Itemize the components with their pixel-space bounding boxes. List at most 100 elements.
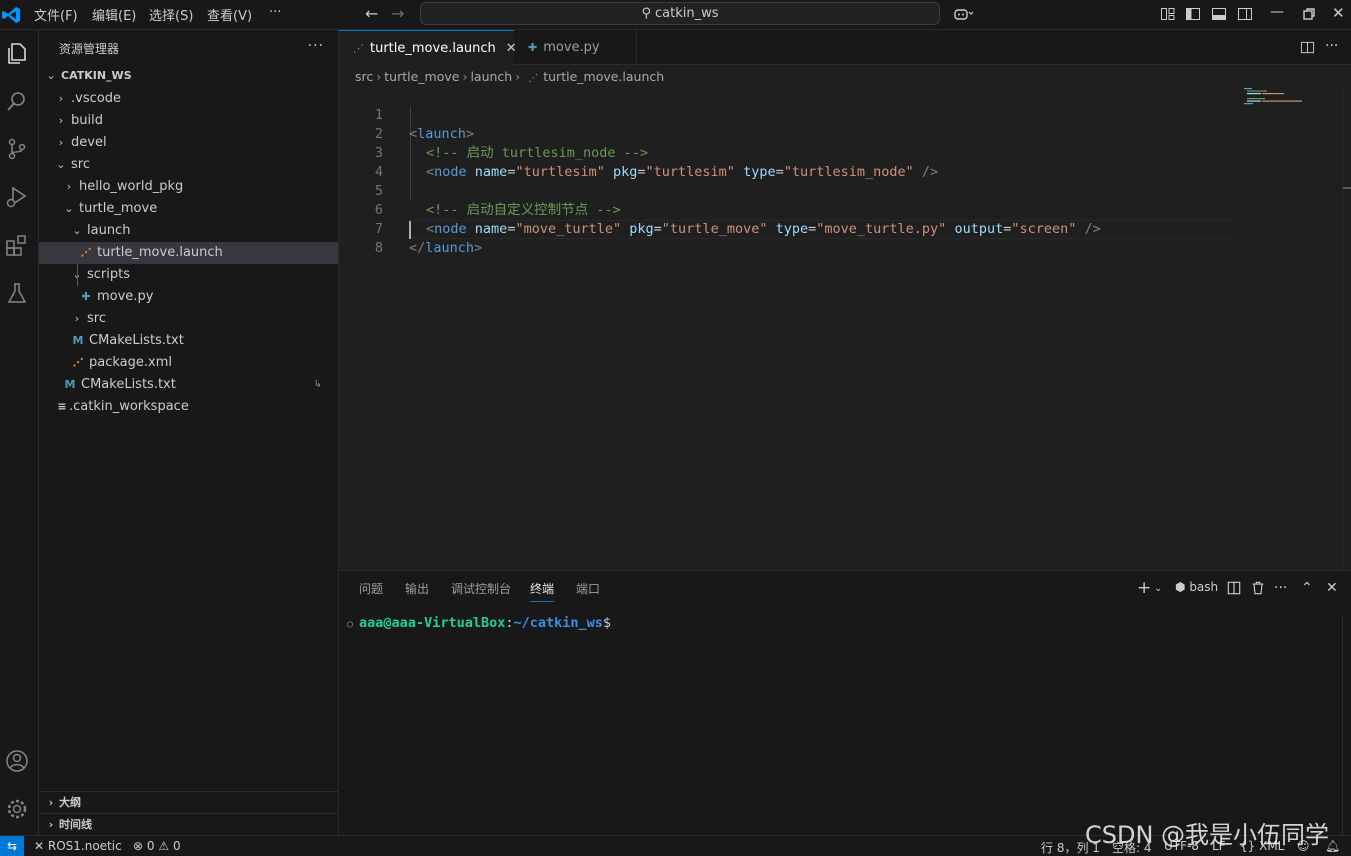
maximize-panel-icon[interactable]: ⌃: [1301, 580, 1313, 596]
code-line: 7 </launch>: [374, 221, 483, 256]
close-panel-icon[interactable]: ✕: [1326, 580, 1338, 596]
tree-folder-vscode[interactable]: › .vscode: [39, 88, 338, 110]
chevron-right-icon: ›: [58, 114, 64, 127]
command-center-label: catkin_ws: [655, 6, 719, 21]
tree-file-package-xml[interactable]: ⋰ package.xml: [39, 352, 338, 374]
minimize-icon[interactable]: —: [1270, 4, 1284, 20]
back-arrow-icon[interactable]: ←: [365, 4, 378, 23]
tree-folder-turtle-move[interactable]: ⌄ turtle_move: [39, 198, 338, 220]
chevron-right-icon: ›: [74, 312, 80, 325]
editor-more-icon[interactable]: ···: [1325, 38, 1338, 54]
command-center-search[interactable]: ⚲ catkin_ws: [420, 2, 940, 25]
toggle-primary-sidebar-icon[interactable]: [1185, 6, 1201, 22]
tree-folder-scripts[interactable]: ⌄scripts: [39, 264, 338, 286]
tree-folder-src-inner[interactable]: › src: [39, 308, 338, 330]
menu-view[interactable]: 查看(V): [207, 5, 252, 24]
split-editor-icon[interactable]: [1300, 40, 1315, 55]
explorer-more-icon[interactable]: ···: [308, 38, 324, 54]
chevron-down-icon[interactable]: ⌄: [1154, 583, 1162, 594]
breadcrumb-launch[interactable]: launch: [470, 69, 512, 84]
panel-tab-terminal[interactable]: 终端: [530, 580, 555, 602]
minimap[interactable]: [1244, 87, 1334, 107]
breadcrumb-file[interactable]: turtle_move.launch: [543, 69, 664, 84]
warning-icon: ⚠: [158, 839, 170, 853]
customize-layout-icon[interactable]: [1160, 6, 1176, 22]
bottom-panel: 问题 输出 调试控制台 终端 端口 + ⌄ ⬢ bash ··· ⌃ ✕ ○ a…: [339, 570, 1351, 836]
workspace-root[interactable]: ⌄ CATKIN_WS: [39, 65, 338, 87]
python-file-icon: ✚: [528, 41, 538, 54]
new-terminal-icon[interactable]: +: [1137, 578, 1151, 598]
code-editor[interactable]: 1 <launch> 2 <!-- 启动 turtlesim_node --> …: [339, 87, 1351, 570]
tree-folder-devel[interactable]: › devel: [39, 132, 338, 154]
tree-file-cmakelists-src[interactable]: M CMakeLists.txt ↳: [39, 374, 338, 396]
toggle-panel-icon[interactable]: [1211, 6, 1227, 22]
search-icon[interactable]: [4, 88, 34, 118]
code-line: 5 <!-- 启动自定义控制节点 -->: [374, 183, 621, 218]
cmake-file-icon: M: [72, 334, 84, 347]
chevron-right-icon: ›: [48, 796, 54, 809]
ros-status[interactable]: ✕ ROS1.noetic: [34, 839, 122, 853]
tab-turtle-move-launch[interactable]: ⋰ turtle_move.launch ✕: [339, 30, 517, 65]
terminal-shell-icon: ⬢: [1175, 580, 1186, 594]
extensions-icon[interactable]: [4, 232, 34, 262]
panel-tab-ports[interactable]: 端口: [576, 580, 600, 597]
cmake-file-icon: M: [64, 378, 76, 391]
tab-move-py[interactable]: ✚ move.py: [514, 30, 637, 65]
trash-icon[interactable]: [1251, 581, 1265, 595]
settings-gear-icon[interactable]: [4, 796, 34, 826]
split-terminal-icon[interactable]: [1227, 581, 1241, 595]
explorer-sidebar: 资源管理器 ··· ⌄ CATKIN_WS › .vscode › build › de…: [39, 30, 339, 835]
rss-xml-file-icon: ⋰: [353, 42, 364, 55]
chevron-down-icon: ⌄: [64, 202, 74, 215]
editor-tabs: ⋰ turtle_move.launch ✕ ✚ move.py ···: [339, 30, 1351, 65]
editor-scrollbar[interactable]: [1342, 87, 1343, 570]
vscode-logo-icon[interactable]: [0, 4, 22, 26]
chevron-right-icon: ›: [48, 818, 54, 831]
run-debug-icon[interactable]: [4, 184, 34, 214]
restore-icon[interactable]: [1301, 6, 1317, 22]
search-icon: ⚲: [641, 6, 652, 21]
activity-bar: [0, 30, 39, 835]
symlink-icon: ↳: [313, 379, 322, 390]
problems-status[interactable]: ⊗ 0 ⚠ 0: [133, 839, 181, 853]
panel-more-icon[interactable]: ···: [1274, 580, 1287, 596]
terminal-scrollbar[interactable]: [1342, 615, 1343, 836]
testing-icon[interactable]: [4, 280, 34, 310]
indent-guide: [77, 264, 78, 286]
tree-folder-src[interactable]: ⌄ src: [39, 154, 338, 176]
explorer-icon[interactable]: [4, 40, 34, 70]
accounts-icon[interactable]: [4, 748, 34, 778]
forward-arrow-icon[interactable]: →: [391, 4, 404, 23]
command-decoration-icon: ○: [347, 619, 360, 630]
code-line: 1 <launch>: [374, 107, 475, 142]
remote-indicator-icon[interactable]: ⇆: [0, 836, 24, 856]
timeline-section[interactable]: › 时间线: [39, 813, 338, 835]
tree-folder-launch[interactable]: ⌄ launch: [39, 220, 338, 242]
tree-folder-build[interactable]: › build: [39, 110, 338, 132]
source-control-icon[interactable]: [4, 136, 34, 166]
toggle-secondary-sidebar-icon[interactable]: [1237, 6, 1253, 22]
panel-tab-problems[interactable]: 问题: [359, 580, 383, 597]
terminal-profile[interactable]: ⬢ bash: [1175, 580, 1218, 594]
tree-folder-hello-world-pkg[interactable]: › hello_world_pkg: [39, 176, 338, 198]
tree-file-catkin-workspace[interactable]: ≡ .catkin_workspace: [39, 396, 338, 418]
copilot-icon[interactable]: [953, 6, 975, 22]
python-file-icon: ✚: [81, 290, 91, 303]
menu-selection[interactable]: 选择(S): [149, 5, 193, 24]
breadcrumb-src[interactable]: src: [355, 69, 373, 84]
menu-more[interactable]: ···: [269, 5, 281, 20]
tree-file-move-py[interactable]: ✚ move.py: [39, 286, 338, 308]
panel-tab-output[interactable]: 输出: [405, 580, 429, 597]
explorer-title: 资源管理器: [59, 42, 120, 56]
menu-file[interactable]: 文件(F): [34, 5, 78, 24]
breadcrumb: src › turtle_move › launch › ⋰ turtle_move.laun…: [355, 69, 665, 84]
menu-edit[interactable]: 编辑(E): [92, 5, 136, 24]
breadcrumb-turtle-move[interactable]: turtle_move: [384, 69, 459, 84]
tree-file-turtle-move-launch[interactable]: ⋰ turtle_move.launch: [39, 242, 338, 264]
chevron-right-icon: ›: [66, 180, 72, 193]
tree-file-cmakelists-pkg[interactable]: M CMakeLists.txt: [39, 330, 338, 352]
outline-section[interactable]: › 大纲: [39, 791, 338, 813]
terminal-prompt[interactable]: ○ aaa@aaa-VirtualBox:~/catkin_ws$: [347, 615, 611, 631]
panel-tab-debug-console[interactable]: 调试控制台: [451, 580, 511, 597]
close-window-icon[interactable]: ✕: [1332, 4, 1345, 22]
